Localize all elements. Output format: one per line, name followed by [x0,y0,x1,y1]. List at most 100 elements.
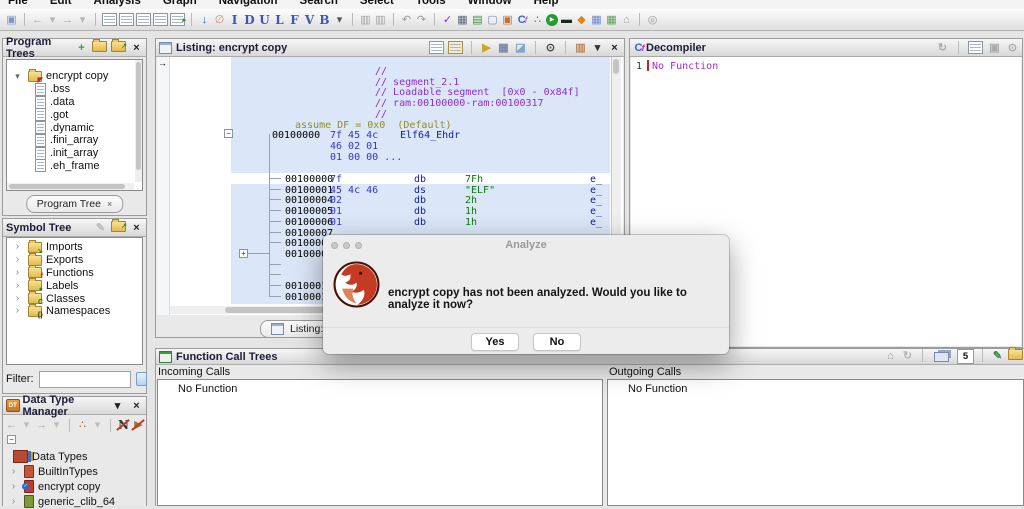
close-icon[interactable]: × [608,41,621,55]
org-tree-icon[interactable]: ∴ [531,13,544,27]
home-org-icon[interactable]: ⌂ [620,13,633,27]
collapse-caret-icon[interactable] [11,69,24,83]
back-caret-icon[interactable]: ▾ [46,13,59,27]
listing-field-name[interactable]: e_ [590,206,602,217]
close-icon[interactable]: × [130,221,143,235]
edit-icon[interactable]: ✎ [991,349,1004,363]
edit-fields-icon[interactable]: ▦ [497,41,510,55]
export-icon[interactable]: ▣ [988,41,1001,55]
goto-external-icon[interactable] [1008,347,1023,360]
data-type-archive-builtintypes[interactable]: BuiltInTypes [3,464,146,479]
menu-edit[interactable]: Edit [50,0,72,7]
validate-check-icon[interactable]: ✓ [441,13,454,27]
symbol-tree-item-exports[interactable]: Exports [7,252,142,267]
program-tree-item[interactable]: .fini_array [31,133,142,147]
listing-field-name[interactable]: e_ [590,217,602,228]
forward-caret-icon[interactable]: ▾ [76,13,89,27]
listing-address[interactable]: 00100005 [285,206,333,217]
hide-names-icon[interactable]: N [117,418,130,432]
data-types-root[interactable]: Data Types [3,449,146,464]
letter-i-icon[interactable]: I [228,13,241,27]
console-icon[interactable]: ◎ [646,13,659,27]
outgoing-calls-value[interactable]: No Function [608,380,1023,395]
forward-icon[interactable]: → [35,418,48,432]
listing-mnemonic[interactable]: db [414,206,426,217]
back-icon[interactable]: ← [5,418,18,432]
forward-caret-icon[interactable]: ▾ [50,418,63,432]
snapshot-icon[interactable]: ⊙ [544,41,557,55]
listing-bytes[interactable]: 01 [330,217,342,228]
save-icon[interactable]: ▣ [5,13,18,27]
snapshot-icon[interactable]: ⊙ [1006,41,1019,55]
listing-bytes[interactable]: 01 [330,206,342,217]
close-icon[interactable]: × [130,399,143,413]
layers-icon[interactable] [934,352,949,362]
yes-button[interactable]: Yes [471,333,519,351]
table-icon[interactable]: ▦ [590,13,603,27]
symbol-tree-item-namespaces[interactable]: {}Namespaces [7,303,142,319]
no-entry-icon[interactable]: ∅ [213,13,226,27]
incoming-calls-value[interactable]: No Function [158,380,602,395]
listing-bytes[interactable]: 7f 45 4c [330,130,378,141]
edit-icon[interactable]: ✎ [94,221,107,235]
listing-mnemonic[interactable]: db [414,174,426,185]
stamp-in-icon[interactable]: ▥ [359,13,372,27]
back-caret-icon[interactable]: ▾ [20,418,33,432]
expand-chevron-icon[interactable] [11,304,24,318]
symbol-tree-view[interactable]: ↘ImportsExportsfFunctions●LabelsCClasses… [6,237,143,365]
menu-window[interactable]: Window [468,0,512,7]
program-tree-tab[interactable]: Program Tree × [25,195,124,213]
analyze-dialog-titlebar[interactable]: Analyze [323,235,729,255]
conflict-mode-icon[interactable]: ∴ [76,418,89,432]
menu-tools[interactable]: Tools [416,0,446,7]
listing-operand[interactable]: 1h [465,217,477,228]
close-icon[interactable]: × [130,41,143,55]
data-type-archive-encrypt-copy[interactable]: encrypt copy [3,479,146,494]
page-icon-2[interactable] [119,13,134,26]
new-tree-icon[interactable]: + [75,41,88,55]
no-button[interactable]: No [533,333,581,351]
menu-graph[interactable]: Graph [163,0,197,7]
listing-operand[interactable]: 1h [465,206,477,217]
collapse-structure-icon[interactable]: − [224,129,233,138]
tab-close-icon[interactable]: × [107,199,112,209]
table-export-icon[interactable]: ▦ [605,13,618,27]
conflict-caret-icon[interactable]: ▾ [91,418,104,432]
page-clock-icon[interactable]: ▸ [170,13,186,26]
program-tree-item[interactable]: .init_array [31,146,142,160]
decompiler-text[interactable]: No Function [652,61,718,72]
pointer-filter-icon[interactable]: ▶ [132,418,145,432]
goto-external-icon[interactable]: ↗ [111,38,127,52]
down-arrow-icon[interactable]: ↓ [198,13,211,27]
undo-icon[interactable]: ↶ [400,13,413,27]
assume-line[interactable]: assume DF = 0x0 (Default) [295,120,452,131]
stamp-out-icon[interactable]: ▥ [374,13,387,27]
letter-d-icon[interactable]: D [243,13,256,27]
open-folder-icon[interactable] [92,38,107,52]
listing-bytes[interactable]: 46 02 01 [330,141,378,152]
listing-operand[interactable]: 7Fh [465,174,483,185]
listing-address[interactable]: 00100001 [285,185,333,196]
listing-bytes[interactable]: 7f [330,174,342,185]
forward-icon[interactable]: → [61,13,74,27]
listing-field-name[interactable]: e_ [590,185,602,196]
menu-help[interactable]: Help [534,0,559,7]
program-tree-item[interactable]: .dynamic [31,121,142,135]
outgoing-calls-view[interactable]: No Function [607,379,1024,506]
program-tree-view[interactable]: ◤ encrypt copy .bss.data.got.dynamic.fin… [6,59,143,191]
collapse-all-icon[interactable]: − [7,435,16,444]
letter-v-icon[interactable]: V [303,13,316,27]
refresh-icon[interactable]: ↻ [901,349,914,363]
letter-b-icon[interactable]: B [318,13,331,27]
copy-icon[interactable] [429,40,444,54]
listing-address[interactable]: 00100004 [285,195,333,206]
grid-edit-icon[interactable]: ▦ [456,13,469,27]
program-tree-item[interactable]: .bss [31,82,142,96]
cursor-style-icon[interactable]: ▶ [480,41,493,55]
binary-icon[interactable]: ▣ [501,13,514,27]
tree-root-encrypt-copy[interactable]: ◤ encrypt copy [7,68,142,84]
listing-operand[interactable]: 2h [465,195,477,206]
memory-icon[interactable]: ▬ [560,13,573,27]
expand-chevron-icon[interactable] [7,480,20,494]
listing-mnemonic[interactable]: ds [414,185,426,196]
